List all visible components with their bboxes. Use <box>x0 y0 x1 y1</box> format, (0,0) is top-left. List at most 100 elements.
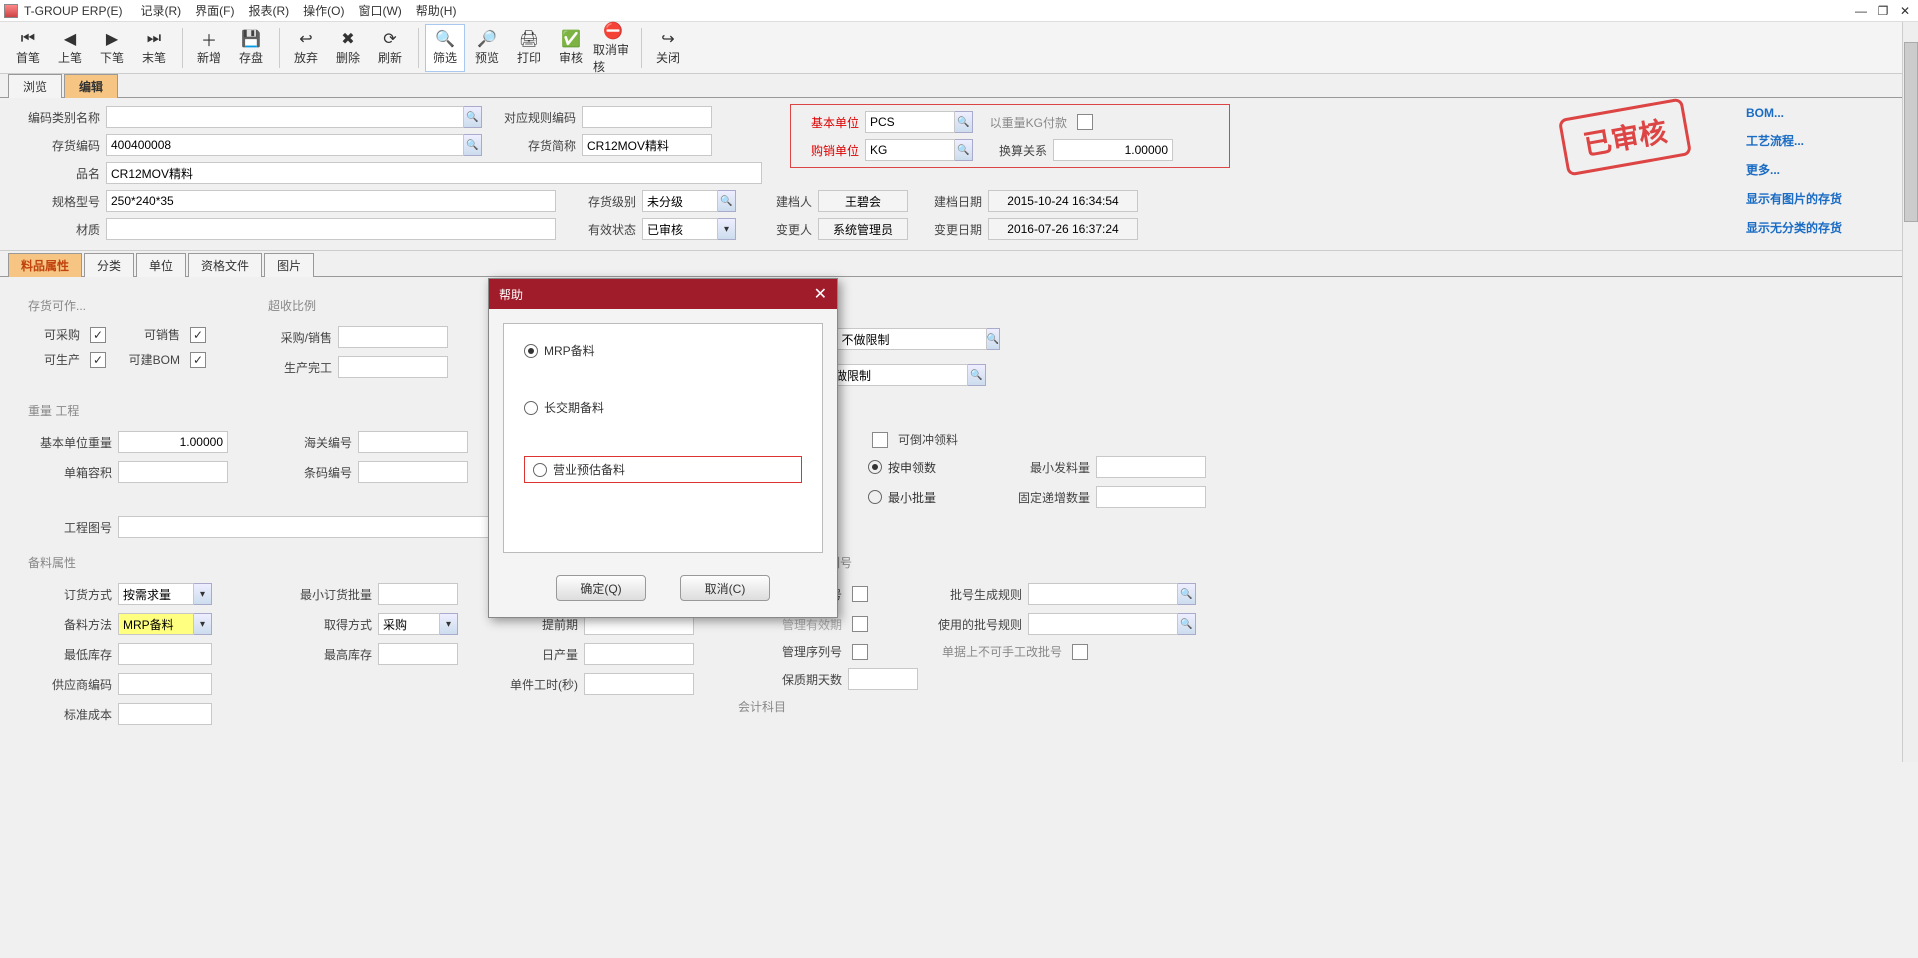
chk-no-manual-edit[interactable] <box>1072 644 1088 660</box>
obtain-method-dropdown-icon[interactable]: ▾ <box>440 613 458 635</box>
tab-item-attr[interactable]: 料品属性 <box>8 253 82 277</box>
input-restrict2[interactable] <box>818 364 968 386</box>
toolbar-删除[interactable]: ✖删除 <box>328 24 368 72</box>
link-bom[interactable]: BOM... <box>1746 106 1906 120</box>
lookup-code-type-icon[interactable]: 🔍 <box>464 106 482 128</box>
prep-method-dropdown-icon[interactable]: ▾ <box>194 613 212 635</box>
input-order-method[interactable] <box>118 583 194 605</box>
chk-can-sale[interactable] <box>190 327 206 343</box>
link-more[interactable]: 更多... <box>1746 161 1906 178</box>
input-stock-level[interactable] <box>642 190 718 212</box>
toolbar-末笔[interactable]: ⏭末笔 <box>134 24 174 72</box>
lookup-used-lot-rule-icon[interactable]: 🔍 <box>1178 613 1196 635</box>
menu-window[interactable]: 窗口(W) <box>358 2 401 19</box>
valid-status-dropdown-icon[interactable]: ▾ <box>718 218 736 240</box>
toolbar-审核[interactable]: ✅审核 <box>551 24 591 72</box>
input-supplier-code[interactable] <box>118 673 212 695</box>
close-icon[interactable]: ✕ <box>1896 4 1914 18</box>
input-customs-code[interactable] <box>358 431 468 453</box>
input-used-lot-rule[interactable] <box>1028 613 1178 635</box>
cancel-button[interactable]: 取消(C) <box>680 575 770 601</box>
input-spec[interactable] <box>106 190 556 212</box>
input-box-volume[interactable] <box>118 461 228 483</box>
input-code-type[interactable] <box>106 106 464 128</box>
lookup-factory-flow-icon[interactable]: 🔍 <box>987 328 1000 350</box>
input-prep-method[interactable] <box>118 613 194 635</box>
order-method-dropdown-icon[interactable]: ▾ <box>194 583 212 605</box>
radio-mrp-prep[interactable] <box>524 344 538 358</box>
input-obtain-method[interactable] <box>378 613 440 635</box>
input-base-unit-weight[interactable] <box>118 431 228 453</box>
maximize-icon[interactable]: ❐ <box>1874 4 1892 18</box>
menu-help[interactable]: 帮助(H) <box>416 2 457 19</box>
tab-unit[interactable]: 单位 <box>136 253 186 277</box>
input-fixed-incr[interactable] <box>1096 486 1206 508</box>
link-show-no-category[interactable]: 显示无分类的存货 <box>1746 219 1906 236</box>
input-base-unit[interactable] <box>865 111 955 133</box>
input-stock-code[interactable] <box>106 134 464 156</box>
radio-by-req-qty[interactable] <box>868 460 882 474</box>
chk-can-reverse[interactable] <box>872 432 888 448</box>
input-stock-short[interactable] <box>582 134 712 156</box>
input-prod-name[interactable] <box>106 162 762 184</box>
input-material[interactable] <box>106 218 556 240</box>
input-min-order[interactable] <box>378 583 458 605</box>
input-valid-status[interactable] <box>642 218 718 240</box>
input-pur-sale-ratio[interactable] <box>338 326 448 348</box>
lookup-stock-level-icon[interactable]: 🔍 <box>718 190 736 212</box>
chk-manage-expiry[interactable] <box>852 616 868 632</box>
toolbar-关闭[interactable]: ↪关闭 <box>648 24 688 72</box>
input-convert[interactable] <box>1053 139 1173 161</box>
tab-qual-file[interactable]: 资格文件 <box>188 253 262 277</box>
menu-interface[interactable]: 界面(F) <box>195 2 234 19</box>
link-process[interactable]: 工艺流程... <box>1746 132 1906 149</box>
input-max-stock[interactable] <box>378 643 458 665</box>
minimize-icon[interactable]: — <box>1852 4 1870 18</box>
vertical-scrollbar[interactable] <box>1902 22 1918 762</box>
tab-category[interactable]: 分类 <box>84 253 134 277</box>
menu-operate[interactable]: 操作(O) <box>303 2 344 19</box>
link-show-with-image[interactable]: 显示有图片的存货 <box>1746 190 1906 207</box>
menu-record[interactable]: 记录(R) <box>140 2 181 19</box>
input-std-cost[interactable] <box>118 703 212 725</box>
lookup-stock-code-icon[interactable]: 🔍 <box>464 134 482 156</box>
input-factory-flow[interactable] <box>837 328 987 350</box>
chk-can-produce[interactable] <box>90 352 106 368</box>
input-sale-unit[interactable] <box>865 139 955 161</box>
input-min-stock[interactable] <box>118 643 212 665</box>
toolbar-取消审核[interactable]: ⛔取消审核 <box>593 24 633 72</box>
tab-image[interactable]: 图片 <box>264 253 314 277</box>
tab-browse[interactable]: 浏览 <box>8 74 62 98</box>
toolbar-下笔[interactable]: ▶下笔 <box>92 24 132 72</box>
toolbar-新增[interactable]: ＋新增 <box>189 24 229 72</box>
input-shelf-days[interactable] <box>848 668 918 690</box>
radio-min-batch[interactable] <box>868 490 882 504</box>
chk-can-bom[interactable] <box>190 352 206 368</box>
input-rule-code[interactable] <box>582 106 712 128</box>
scrollbar-thumb[interactable] <box>1904 42 1918 222</box>
input-min-issue[interactable] <box>1096 456 1206 478</box>
lookup-restrict2-icon[interactable]: 🔍 <box>968 364 986 386</box>
input-daily-output[interactable] <box>584 643 694 665</box>
toolbar-上笔[interactable]: ◀上笔 <box>50 24 90 72</box>
input-barcode[interactable] <box>358 461 468 483</box>
toolbar-首笔[interactable]: ⏮首笔 <box>8 24 48 72</box>
input-prod-finish[interactable] <box>338 356 448 378</box>
radio-sales-forecast[interactable] <box>533 463 547 477</box>
lookup-base-unit-icon[interactable]: 🔍 <box>955 111 973 133</box>
tab-edit[interactable]: 编辑 <box>64 74 118 98</box>
input-lot-gen-rule[interactable] <box>1028 583 1178 605</box>
dialog-close-icon[interactable]: ✕ <box>814 284 827 304</box>
toolbar-放弃[interactable]: ↩放弃 <box>286 24 326 72</box>
lookup-sale-unit-icon[interactable]: 🔍 <box>955 139 973 161</box>
menu-report[interactable]: 报表(R) <box>248 2 289 19</box>
radio-long-lead[interactable] <box>524 401 538 415</box>
chk-pay-by-weight[interactable] <box>1077 114 1093 130</box>
chk-can-purchase[interactable] <box>90 327 106 343</box>
toolbar-筛选[interactable]: 🔍筛选 <box>425 24 465 72</box>
chk-manage-lot[interactable] <box>852 586 868 602</box>
toolbar-预览[interactable]: 🔎预览 <box>467 24 507 72</box>
input-unit-time[interactable] <box>584 673 694 695</box>
chk-manage-serial[interactable] <box>852 644 868 660</box>
toolbar-打印[interactable]: 🖨打印 <box>509 24 549 72</box>
